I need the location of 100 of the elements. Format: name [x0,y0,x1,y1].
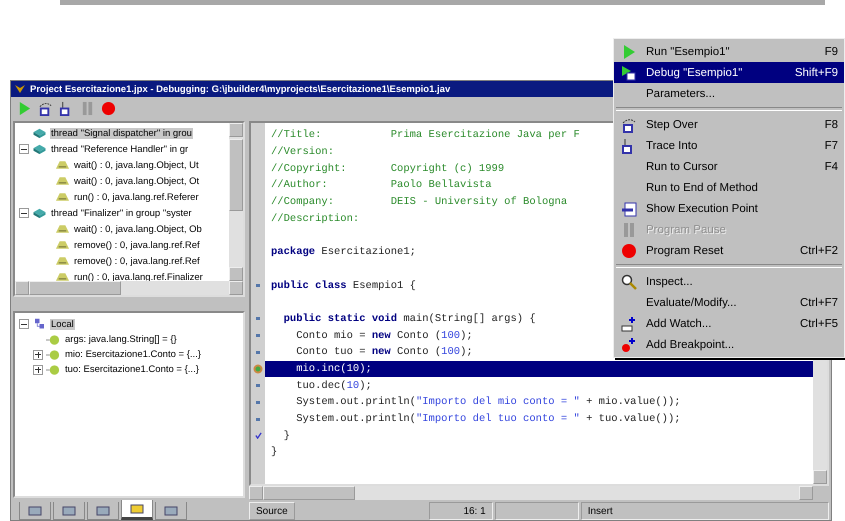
code-line: System.out.println("Importo del mio conto = " + mio.value()); [295,396,681,408]
code-line: //Company: DEIS - University of Bologna [271,196,568,208]
menu-item-label: Run to End of Method [646,182,759,194]
collapse-icon[interactable] [19,319,29,329]
scrollbar[interactable] [229,123,243,281]
line-marker-icon [256,350,260,354]
debug-view-tab[interactable] [53,502,85,520]
variable-item[interactable]: mio: Esercitazione1.Conto = {...} [64,349,202,360]
code-line: } [282,430,290,442]
view-icon [96,504,110,516]
variable-icon [46,334,61,346]
code-line: //Description: [271,212,360,225]
stack-frame-item[interactable]: wait() : 0, java.lang.Object, Ot [73,176,200,186]
menu-item[interactable]: Debug "Esempio1" Shift+F9 [614,62,844,83]
thread-item[interactable]: thread "Reference Handler" in gr [50,144,190,154]
stop-icon[interactable] [101,100,116,116]
menu-item-label: Run "Esempio1" [646,46,731,58]
menu-item-label: Debug "Esempio1" [646,66,744,78]
menu-item[interactable]: Run to End of Method [614,177,844,198]
code-line: System.out.println("Importo del tuo conto = " + tuo.value()); [295,413,681,426]
menu-item[interactable]: Run to Cursor F4 [614,156,844,177]
view-icon [28,504,42,516]
line-marker-icon [256,334,260,338]
scrollbar[interactable] [249,486,813,500]
add-breakpoint-icon [620,336,638,352]
stack-frame-item[interactable]: run() : 0, java.lang.ref.Referer [73,192,200,202]
debug-view-tab[interactable] [155,502,187,520]
menu-item[interactable]: Add Watch... Ctrl+F5 [614,313,844,334]
menu-item[interactable]: Run "Esempio1" F9 [614,41,844,62]
step-over-icon [620,116,638,132]
shortcut: Ctrl+F5 [800,318,838,330]
menu-item-label: Evaluate/Modify... [646,296,738,308]
stack-frame-item[interactable]: wait() : 0, java.lang.Object, Ut [73,160,200,170]
shortcut: Shift+F9 [794,66,838,78]
magnifier-icon [620,274,638,290]
add-watch-icon [620,316,638,332]
collapse-icon[interactable] [19,144,29,154]
code-line: //Copyright: Copyright (c) 1999 [271,162,504,175]
execution-point-icon [620,200,638,216]
code-line: tuo.dec(10); [295,380,372,392]
variables-icon [32,318,47,330]
scrollbar[interactable] [15,281,243,295]
insert-mode: Insert [580,502,829,520]
expand-icon[interactable] [33,364,43,374]
variable-icon [46,348,61,360]
debug-view-tab[interactable] [121,500,153,520]
debug-icon [620,64,638,80]
menu-item[interactable]: Trace Into F7 [614,135,844,156]
menu-item[interactable]: Inspect... [614,271,844,292]
menu-item[interactable]: Add Breakpoint... [614,334,844,355]
stack-frame-item[interactable]: remove() : 0, java.lang.ref.Ref [73,240,201,250]
code-line: Conto mio = new Conto (100); [295,330,473,342]
expand-icon[interactable] [33,350,43,360]
variable-item[interactable]: args: java.lang.String[] = {} [64,334,178,345]
shortcut: Ctrl+F7 [800,296,838,308]
collapse-icon[interactable] [19,208,29,218]
code-line: public class Esempio1 { [271,280,416,292]
menu-item-label: Add Breakpoint... [646,338,736,350]
code-line: //Version: [271,146,334,158]
variable-item[interactable]: tuo: Esercitazione1.Conto = {...} [64,364,200,375]
stack-frame-icon [55,175,70,187]
shortcut: F4 [824,160,838,172]
shortcut: F7 [824,140,838,152]
stack-frame-icon [55,271,70,281]
app-icon [14,83,26,95]
stack-frame-icon [55,255,70,267]
line-marker-icon [256,400,260,404]
menu-item-label: Add Watch... [646,318,712,330]
line-marker-icon [256,418,260,421]
code-line: public static void main(String[] args) { [282,312,536,325]
thread-item[interactable]: thread "Signal dispatcher" in grou [50,128,193,138]
check-icon [254,432,262,440]
window-title: Project Esercitazione1.jpx - Debugging: G:\jbuilder4\myprojects\Esercitazione1\Esempio1.jav [30,84,450,94]
stack-frame-icon [55,191,70,203]
thread-item[interactable]: thread "Finalizer" in group "syster [50,208,193,218]
stack-frame-item[interactable]: remove() : 0, java.lang.ref.Ref [73,256,201,266]
code-line: //Title: Prima Esercitazione Java per F [271,129,580,142]
debug-view-tab[interactable] [19,502,51,520]
menu-item-label: Inspect... [646,276,694,288]
menu-item[interactable]: Evaluate/Modify... Ctrl+F7 [614,292,844,313]
variables-group[interactable]: Local [50,318,75,330]
menu-item[interactable]: Step Over F8 [614,114,844,135]
stack-frame-icon [55,223,70,235]
menu-item[interactable]: Show Execution Point [614,198,844,219]
menu-item[interactable]: Parameters... [614,83,844,104]
code-line: package Esercitazione1; [271,246,416,258]
line-marker-icon [256,384,260,388]
step-over-icon[interactable] [38,100,53,116]
source-tab[interactable]: Source [249,502,295,520]
thread-icon [32,143,47,155]
code-line: Conto tuo = new Conto (100); [295,346,473,358]
menu-item-label: Parameters... [646,88,716,100]
execution-point-icon [253,364,263,374]
thread-icon [32,207,47,219]
stack-frame-item[interactable]: wait() : 0, java.lang.Object, Ob [73,224,203,234]
stop-icon [620,242,638,258]
debug-view-tab[interactable] [87,502,119,520]
menu-item-label: Trace Into [646,140,698,152]
thread-icon [32,127,47,139]
menu-item[interactable]: Program Reset Ctrl+F2 [614,240,844,261]
